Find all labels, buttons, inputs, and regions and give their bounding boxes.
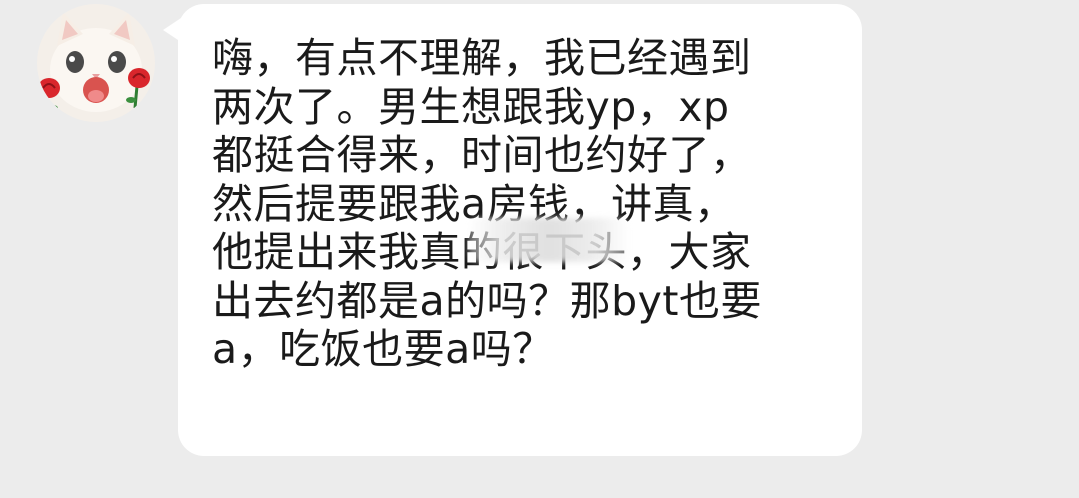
message-line: 两次了。男生想跟我yp，xp xyxy=(212,82,730,131)
chat-message-row: 嗨，有点不理解，我已经遇到 两次了。男生想跟我yp，xp 都挺合得来，时间也约好… xyxy=(0,0,1079,498)
message-line: 都挺合得来，时间也约好了， xyxy=(212,131,752,179)
message-line: 出去约都是a的吗？那byt也要 xyxy=(212,276,762,325)
redaction-blur xyxy=(468,218,630,262)
sender-avatar[interactable] xyxy=(37,4,155,122)
kitten-with-roses-icon xyxy=(38,12,150,117)
message-line: 嗨，有点不理解，我已经遇到 xyxy=(212,34,752,82)
message-line: a，吃饭也要a吗？ xyxy=(212,325,554,373)
message-text: 嗨，有点不理解，我已经遇到 两次了。男生想跟我yp，xp 都挺合得来，时间也约好… xyxy=(212,34,842,374)
